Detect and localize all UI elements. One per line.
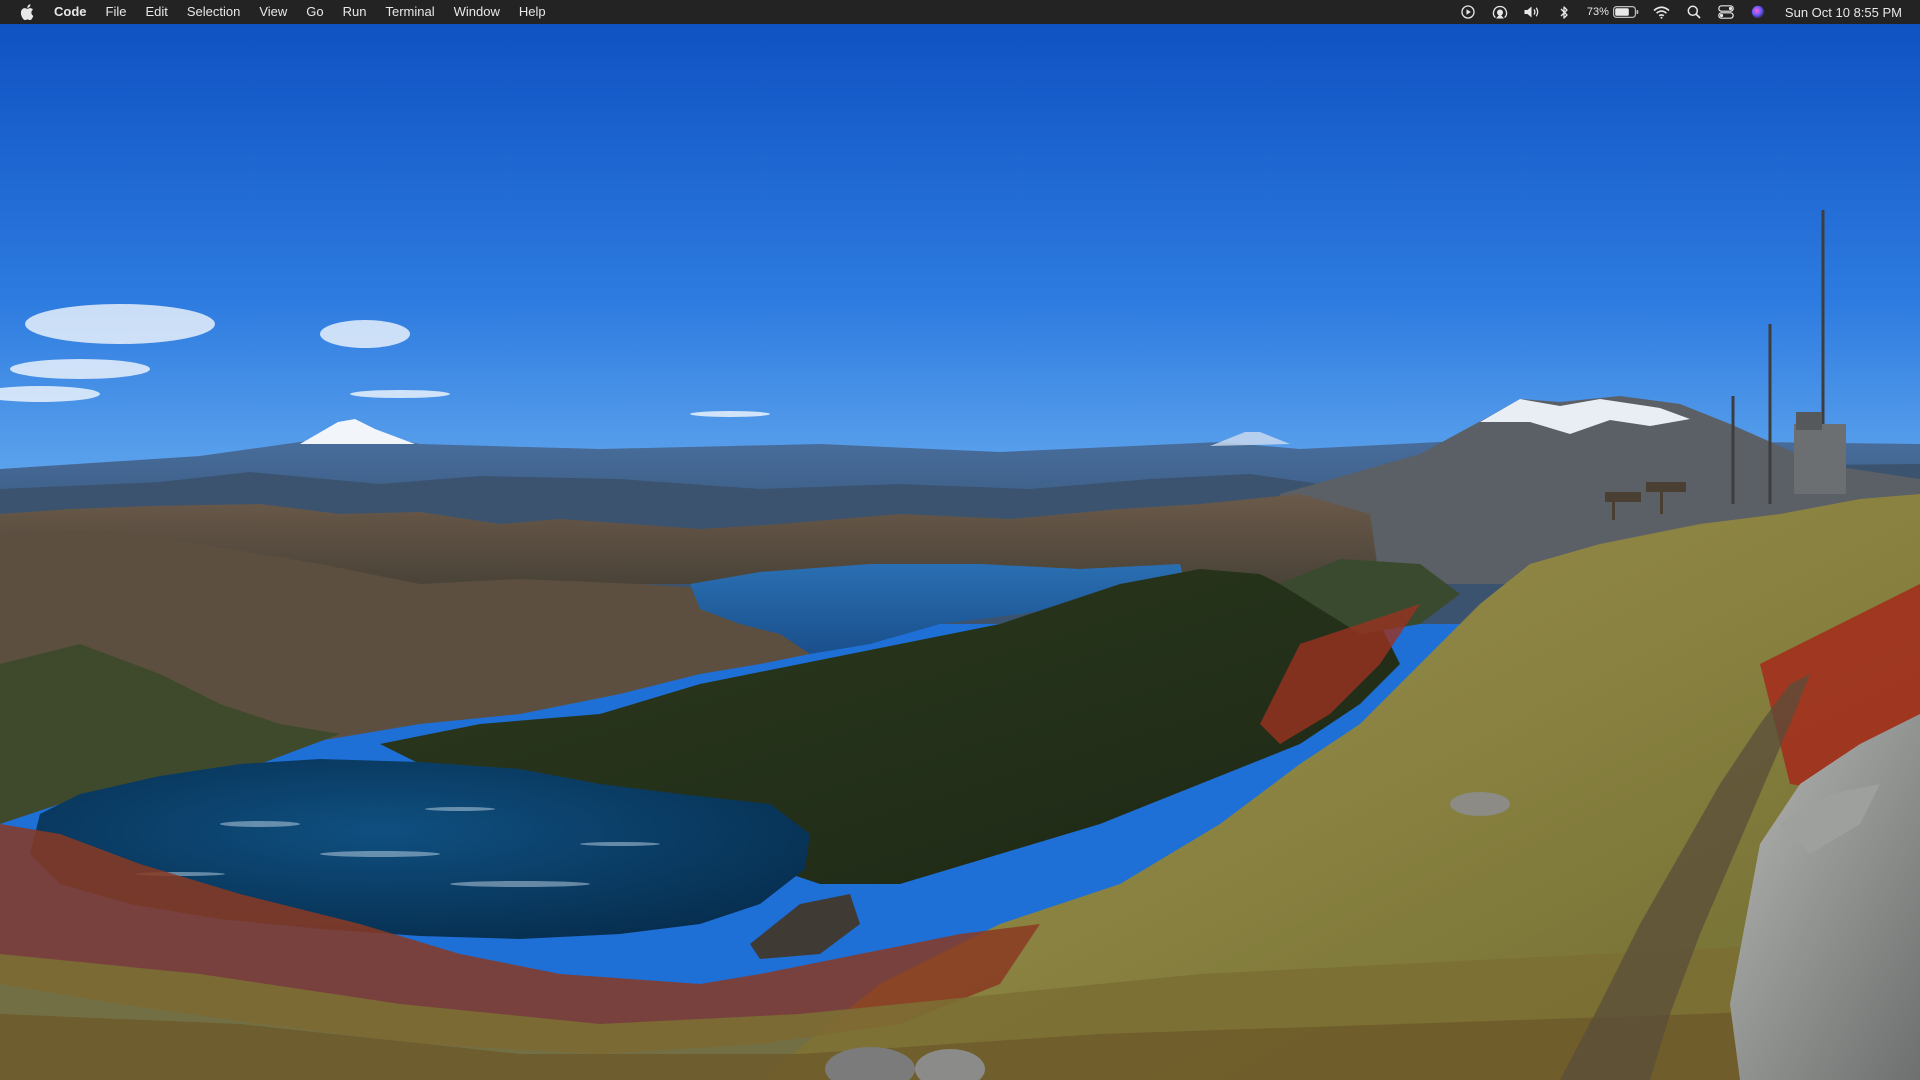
menu-window[interactable]: Window <box>454 0 500 24</box>
mountain-landscape-wallpaper <box>0 24 1920 1080</box>
spotlight-search-icon[interactable] <box>1685 4 1703 20</box>
menu-bar-clock[interactable]: Sun Oct 10 8:55 PM <box>1785 5 1902 20</box>
wifi-icon[interactable] <box>1653 4 1671 20</box>
siri-icon[interactable] <box>1749 4 1767 20</box>
battery-indicator[interactable]: 73% <box>1587 6 1639 18</box>
menu-view[interactable]: View <box>259 0 287 24</box>
battery-icon <box>1612 6 1639 18</box>
menu-code[interactable]: Code <box>54 0 87 24</box>
menu-go[interactable]: Go <box>306 0 323 24</box>
menu-file[interactable]: File <box>106 0 127 24</box>
menu-terminal[interactable]: Terminal <box>386 0 435 24</box>
menu-help[interactable]: Help <box>519 0 546 24</box>
airplay-audio-icon[interactable] <box>1491 4 1509 20</box>
play-circle-icon[interactable] <box>1459 4 1477 20</box>
menu-bar-status-area: 73% Sun Oct 10 8:55 PM <box>1445 0 1920 24</box>
menu-run[interactable]: Run <box>343 0 367 24</box>
menu-bar: Code File Edit Selection View Go Run Ter… <box>0 0 1920 24</box>
battery-percent: 73% <box>1586 6 1609 18</box>
bluetooth-icon[interactable] <box>1555 4 1573 20</box>
volume-icon[interactable] <box>1523 4 1541 20</box>
apple-logo-icon[interactable] <box>20 4 34 20</box>
menu-selection[interactable]: Selection <box>187 0 240 24</box>
control-center-icon[interactable] <box>1717 4 1735 20</box>
menu-edit[interactable]: Edit <box>145 0 167 24</box>
menu-bar-left: Code File Edit Selection View Go Run Ter… <box>0 0 565 24</box>
